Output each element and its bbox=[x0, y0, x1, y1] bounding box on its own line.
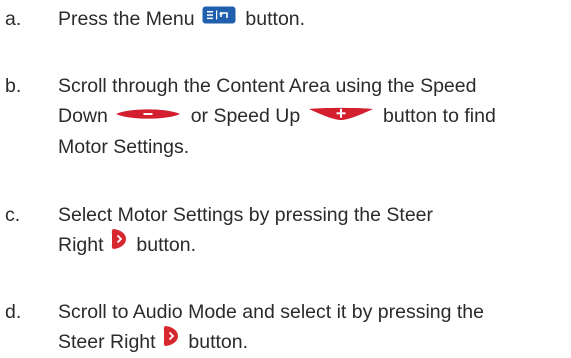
step-c-line-2: Right button. bbox=[58, 228, 571, 261]
instruction-list: a. Press the Menu button. b. Scroll thro… bbox=[0, 0, 571, 353]
step-a-text-before: Press the Menu bbox=[58, 8, 195, 30]
step-c-text-button: button. bbox=[136, 234, 197, 256]
step-b-line-3: Motor Settings. bbox=[58, 135, 190, 158]
step-b-text-find: button to find bbox=[383, 105, 496, 127]
speed-up-button-icon bbox=[308, 100, 374, 130]
step-c-letter: c. bbox=[5, 204, 21, 226]
step-b-text: Scroll through the Content Area using th… bbox=[58, 71, 571, 162]
step-a-line-1: Press the Menu button. bbox=[58, 4, 571, 35]
step-b-letter: b. bbox=[5, 75, 22, 97]
menu-button-icon bbox=[202, 3, 236, 33]
step-b-line-2: Down or Speed Up button to find bbox=[58, 101, 571, 132]
step-b-text-or-speed-up: or Speed Up bbox=[190, 105, 301, 127]
step-a-text-after: button. bbox=[245, 8, 306, 30]
speed-down-button-icon bbox=[115, 100, 181, 130]
step-d-letter: d. bbox=[5, 301, 22, 323]
step-b-text-down: Down bbox=[58, 105, 108, 127]
steer-right-button-icon bbox=[163, 325, 179, 356]
step-d-line-2: Steer Right button. bbox=[58, 325, 571, 358]
step-c-text-right: Right bbox=[58, 234, 104, 256]
step-a-text: Press the Menu button. bbox=[58, 4, 571, 35]
step-a-letter: a. bbox=[5, 8, 22, 30]
step-c-text: Select Motor Settings by pressing the St… bbox=[58, 200, 571, 261]
step-d-text: Scroll to Audio Mode and select it by pr… bbox=[58, 297, 571, 358]
step-d-line-1: Scroll to Audio Mode and select it by pr… bbox=[58, 301, 484, 323]
step-c-line-1: Select Motor Settings by pressing the St… bbox=[58, 204, 434, 226]
steer-right-button-icon bbox=[111, 228, 127, 259]
step-b-line-1: Scroll through the Content Area using th… bbox=[58, 75, 477, 97]
